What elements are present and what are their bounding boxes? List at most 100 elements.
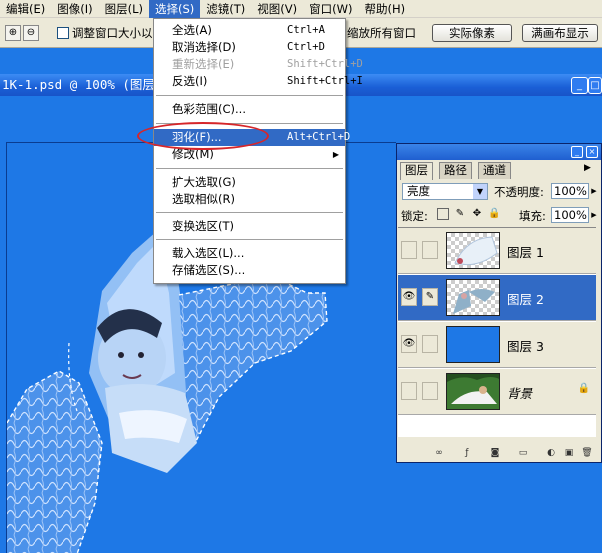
fill-label: 填充: [519,209,546,223]
menu-item-label: 重新选择(E) [172,57,235,71]
menu-item-label: 扩大选取(G) [172,175,236,189]
menu-view[interactable]: 视图(V) [251,0,303,18]
eye-icon[interactable]: 👁 [401,335,417,353]
visibility-toggle-empty[interactable] [401,382,417,400]
layer-thumbnail [446,232,500,269]
menubar: 编辑(E) 图像(I) 图层(L) 选择(S) 滤镜(T) 视图(V) 窗口(W… [0,0,602,18]
fill-arrow-icon[interactable]: ▶ [590,207,598,223]
menu-separator [156,239,343,240]
menu-item-deselect[interactable]: 取消选择(D) Ctrl+D [154,39,345,56]
woman-dress-top [119,410,187,443]
tab-channels[interactable]: 通道 [478,162,511,179]
tab-layers[interactable]: 图层 [400,162,433,180]
actual-pixels-button[interactable]: 实际像素 [432,24,512,42]
blend-mode-select[interactable]: 亮度 ▼ [402,183,488,200]
menu-item-label: 选取相似(R) [172,192,235,206]
zoom-all-windows-label[interactable]: 缩放所有窗口 [347,25,416,41]
panel-titlebar[interactable]: _ × [397,144,601,160]
menu-item-shortcut: Ctrl+A [287,24,325,36]
menu-edit[interactable]: 编辑(E) [0,0,51,18]
menu-item-save-selection[interactable]: 存储选区(S)... [154,262,345,279]
new-layer-icon[interactable]: ▣ [563,447,575,459]
new-group-icon[interactable]: ▭ [517,447,529,459]
menu-item-label: 取消选择(D) [172,40,236,54]
layer-name: 图层 1 [507,245,544,260]
menu-item-select-all[interactable]: 全选(A) Ctrl+A [154,22,345,39]
panel-minimize-icon[interactable]: _ [571,146,583,158]
menu-separator [156,212,343,213]
menu-layer[interactable]: 图层(L) [99,0,149,18]
menu-item-reselect[interactable]: 重新选择(E) Shift+Ctrl+D [154,56,363,73]
visibility-toggle-empty[interactable] [401,241,417,259]
submenu-arrow-icon: ▶ [332,150,339,159]
menu-separator [156,168,343,169]
opacity-arrow-icon[interactable]: ▶ [590,183,598,199]
layer-name: 背景 [507,386,533,401]
trash-icon[interactable]: 🗑 [581,447,593,459]
lock-label: 锁定: [401,209,428,223]
lock-icon: 🔒 [577,383,590,394]
layer-row-2[interactable]: 👁 ✎ 图层 2 [398,275,596,321]
panel-footer: ∞ ƒ ◙ ▭ ◐ ▣ 🗑 [397,444,601,462]
layer-thumbnail [446,373,500,410]
tab-paths[interactable]: 路径 [439,162,472,179]
zoom-in-icon[interactable]: ⊕ [5,25,21,41]
brush-icon[interactable]: ✎ [422,288,438,306]
layers-list: 图层 1 👁 ✎ 图层 2 👁 图层 3 背景 🔒 [398,227,596,437]
menu-item-label: 全选(A) [172,23,212,37]
menu-item-label: 载入选区(L)... [172,246,245,260]
menu-item-inverse[interactable]: 反选(I) Shift+Ctrl+I [154,73,363,90]
menu-item-label: 反选(I) [172,74,208,88]
opacity-input[interactable]: 100% [551,183,589,199]
link-toggle-empty[interactable] [422,335,438,353]
layer-row-background[interactable]: 背景 🔒 [398,369,596,415]
eye-icon[interactable]: 👁 [401,288,417,306]
woman-eye-left [118,352,124,358]
add-mask-icon[interactable]: ◙ [489,447,501,459]
opacity-label: 不透明度: [494,185,544,199]
layer-row-3[interactable]: 👁 图层 3 [398,322,596,368]
chevron-down-icon: ▼ [473,184,487,199]
panel-close-icon[interactable]: × [586,146,598,158]
lock-move-icon[interactable]: ✥ [471,208,483,220]
lock-brush-icon[interactable]: ✎ [454,208,466,220]
adjustment-layer-icon[interactable]: ◐ [545,447,557,459]
menu-filter[interactable]: 滤镜(T) [200,0,251,18]
menu-window[interactable]: 窗口(W) [303,0,358,18]
layer-style-icon[interactable]: ƒ [461,447,473,459]
menu-item-grow[interactable]: 扩大选取(G) [154,174,345,191]
select-menu-dropdown: 全选(A) Ctrl+A 取消选择(D) Ctrl+D 重新选择(E) Shif… [153,18,363,284]
annotation-ellipse [137,122,269,150]
layer-name: 图层 3 [507,339,544,354]
zoom-out-icon[interactable]: ⊖ [23,25,39,41]
dress-lace-right [179,281,327,443]
menu-item-similar[interactable]: 选取相似(R) [154,191,345,208]
menu-item-color-range[interactable]: 色彩范围(C)... [154,101,345,118]
menu-separator [156,95,343,96]
link-layers-icon[interactable]: ∞ [433,447,445,459]
resize-window-checkbox[interactable] [57,27,69,39]
panel-menu-arrow-icon[interactable]: ▶ [584,163,591,173]
thumbnail-image [454,236,498,266]
menu-item-shortcut: Shift+Ctrl+I [287,75,363,87]
minimize-icon[interactable]: _ [571,77,588,94]
menu-item-label: 色彩范围(C)... [172,102,246,116]
fill-input[interactable]: 100% [551,207,589,223]
lock-all-icon[interactable]: 🔒 [488,208,500,220]
menu-item-transform-selection[interactable]: 变换选区(T) [154,218,345,235]
thumbnail-image [447,374,499,409]
menu-help[interactable]: 帮助(H) [358,0,411,18]
menu-item-load-selection[interactable]: 载入选区(L)... [154,245,345,262]
menu-image[interactable]: 图像(I) [51,0,98,18]
layer-row-1[interactable]: 图层 1 [398,228,596,274]
layers-panel: _ × 图层 路径 通道 ▶ 亮度 ▼ 不透明度: 100% ▶ 锁定: ✎ ✥… [396,143,602,463]
link-toggle-empty[interactable] [422,241,438,259]
menu-item-shortcut: Alt+Ctrl+D [287,131,351,143]
link-toggle-empty[interactable] [422,382,438,400]
menu-select[interactable]: 选择(S) [149,0,201,18]
blend-mode-value: 亮度 [407,184,430,198]
fit-screen-button[interactable]: 满画布显示 [522,24,598,42]
maximize-icon[interactable]: □ [588,77,602,94]
lock-transparent-icon[interactable] [437,208,449,220]
thumbnail-image [453,289,495,314]
